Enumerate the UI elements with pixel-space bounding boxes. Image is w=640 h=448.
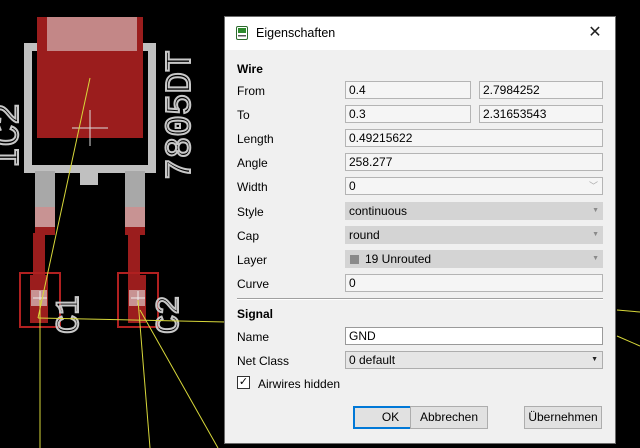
ic2-pin3-pad-hi [125, 207, 145, 227]
trace-c2 [128, 233, 140, 277]
signal-name-field[interactable]: GND [345, 327, 603, 345]
to-x-field[interactable]: 0.3 [345, 105, 471, 123]
airwire[interactable] [616, 309, 640, 313]
close-icon[interactable]: ✕ [585, 23, 605, 43]
style-label: Style [237, 205, 264, 219]
width-label: Width [237, 180, 268, 194]
airwire[interactable] [616, 335, 640, 347]
dropdown-arrow-icon: ▼ [592, 231, 599, 238]
layer-label: Layer [237, 253, 268, 267]
ic2-name-label: IC2 [0, 103, 29, 168]
cap-value: round [349, 228, 380, 242]
width-combo[interactable]: 0 ﹀ [345, 177, 603, 195]
apply-button[interactable]: Übernehmen [524, 406, 602, 429]
length-label: Length [237, 132, 274, 146]
netclass-value: 0 default [349, 353, 396, 367]
ic2-pin1-pad-hi [35, 207, 55, 227]
to-label: To [237, 108, 250, 122]
dropdown-arrow-icon: ▼ [591, 356, 598, 363]
dialog-titlebar[interactable]: Eigenschaften ✕ [225, 17, 615, 50]
section-divider [237, 298, 603, 300]
cap-label: Cap [237, 229, 260, 243]
ic2-tab-silk [47, 17, 137, 51]
wire-section-label: Wire [237, 62, 263, 76]
properties-dialog: Eigenschaften ✕ Wire From 0.4 2.7984252 … [224, 16, 616, 444]
layer-combo[interactable]: 19 Unrouted ▼ [345, 250, 603, 268]
dialog-title: Eigenschaften [256, 26, 336, 40]
layer-value: 19 Unrouted [365, 252, 432, 266]
ic2-notch [80, 169, 98, 185]
width-value: 0 [349, 179, 356, 193]
trace-c1 [33, 233, 45, 277]
dropdown-arrow-icon: ▼ [592, 255, 599, 262]
curve-field[interactable]: 0 [345, 274, 603, 292]
from-x-field[interactable]: 0.4 [345, 81, 471, 99]
angle-field[interactable]: 258.277 [345, 153, 603, 171]
length-field[interactable]: 0.49215622 [345, 129, 603, 147]
airwires-hidden-checkbox[interactable]: ✓ [237, 376, 250, 389]
checkmark-icon: ✓ [238, 376, 249, 388]
netclass-label: Net Class [237, 354, 290, 368]
from-label: From [237, 84, 265, 98]
curve-label: Curve [237, 277, 270, 291]
from-y-field[interactable]: 2.7984252 [479, 81, 603, 99]
ic2-value-label: 7805DT [160, 50, 201, 180]
c2-name-label: C2 [151, 296, 188, 334]
layer-color-swatch [350, 255, 359, 264]
name-label: Name [237, 330, 270, 344]
app-icon [236, 26, 248, 40]
style-combo[interactable]: continuous ▼ [345, 202, 603, 220]
ic2-pin1-silk [35, 171, 55, 207]
cap-combo[interactable]: round ▼ [345, 226, 603, 244]
cancel-button[interactable]: Abbrechen [410, 406, 488, 429]
netclass-combo[interactable]: 0 default ▼ [345, 351, 603, 369]
angle-label: Angle [237, 156, 268, 170]
airwires-hidden-label[interactable]: Airwires hidden [258, 377, 340, 391]
ic2-pin3-silk [125, 171, 145, 207]
to-y-field[interactable]: 2.31653543 [479, 105, 603, 123]
c1-name-label: C1 [51, 296, 88, 334]
dropdown-arrow-icon: ▼ [592, 207, 599, 214]
style-value: continuous [349, 204, 408, 218]
signal-section-label: Signal [237, 307, 274, 321]
chevron-down-icon: ﹀ [588, 181, 598, 191]
